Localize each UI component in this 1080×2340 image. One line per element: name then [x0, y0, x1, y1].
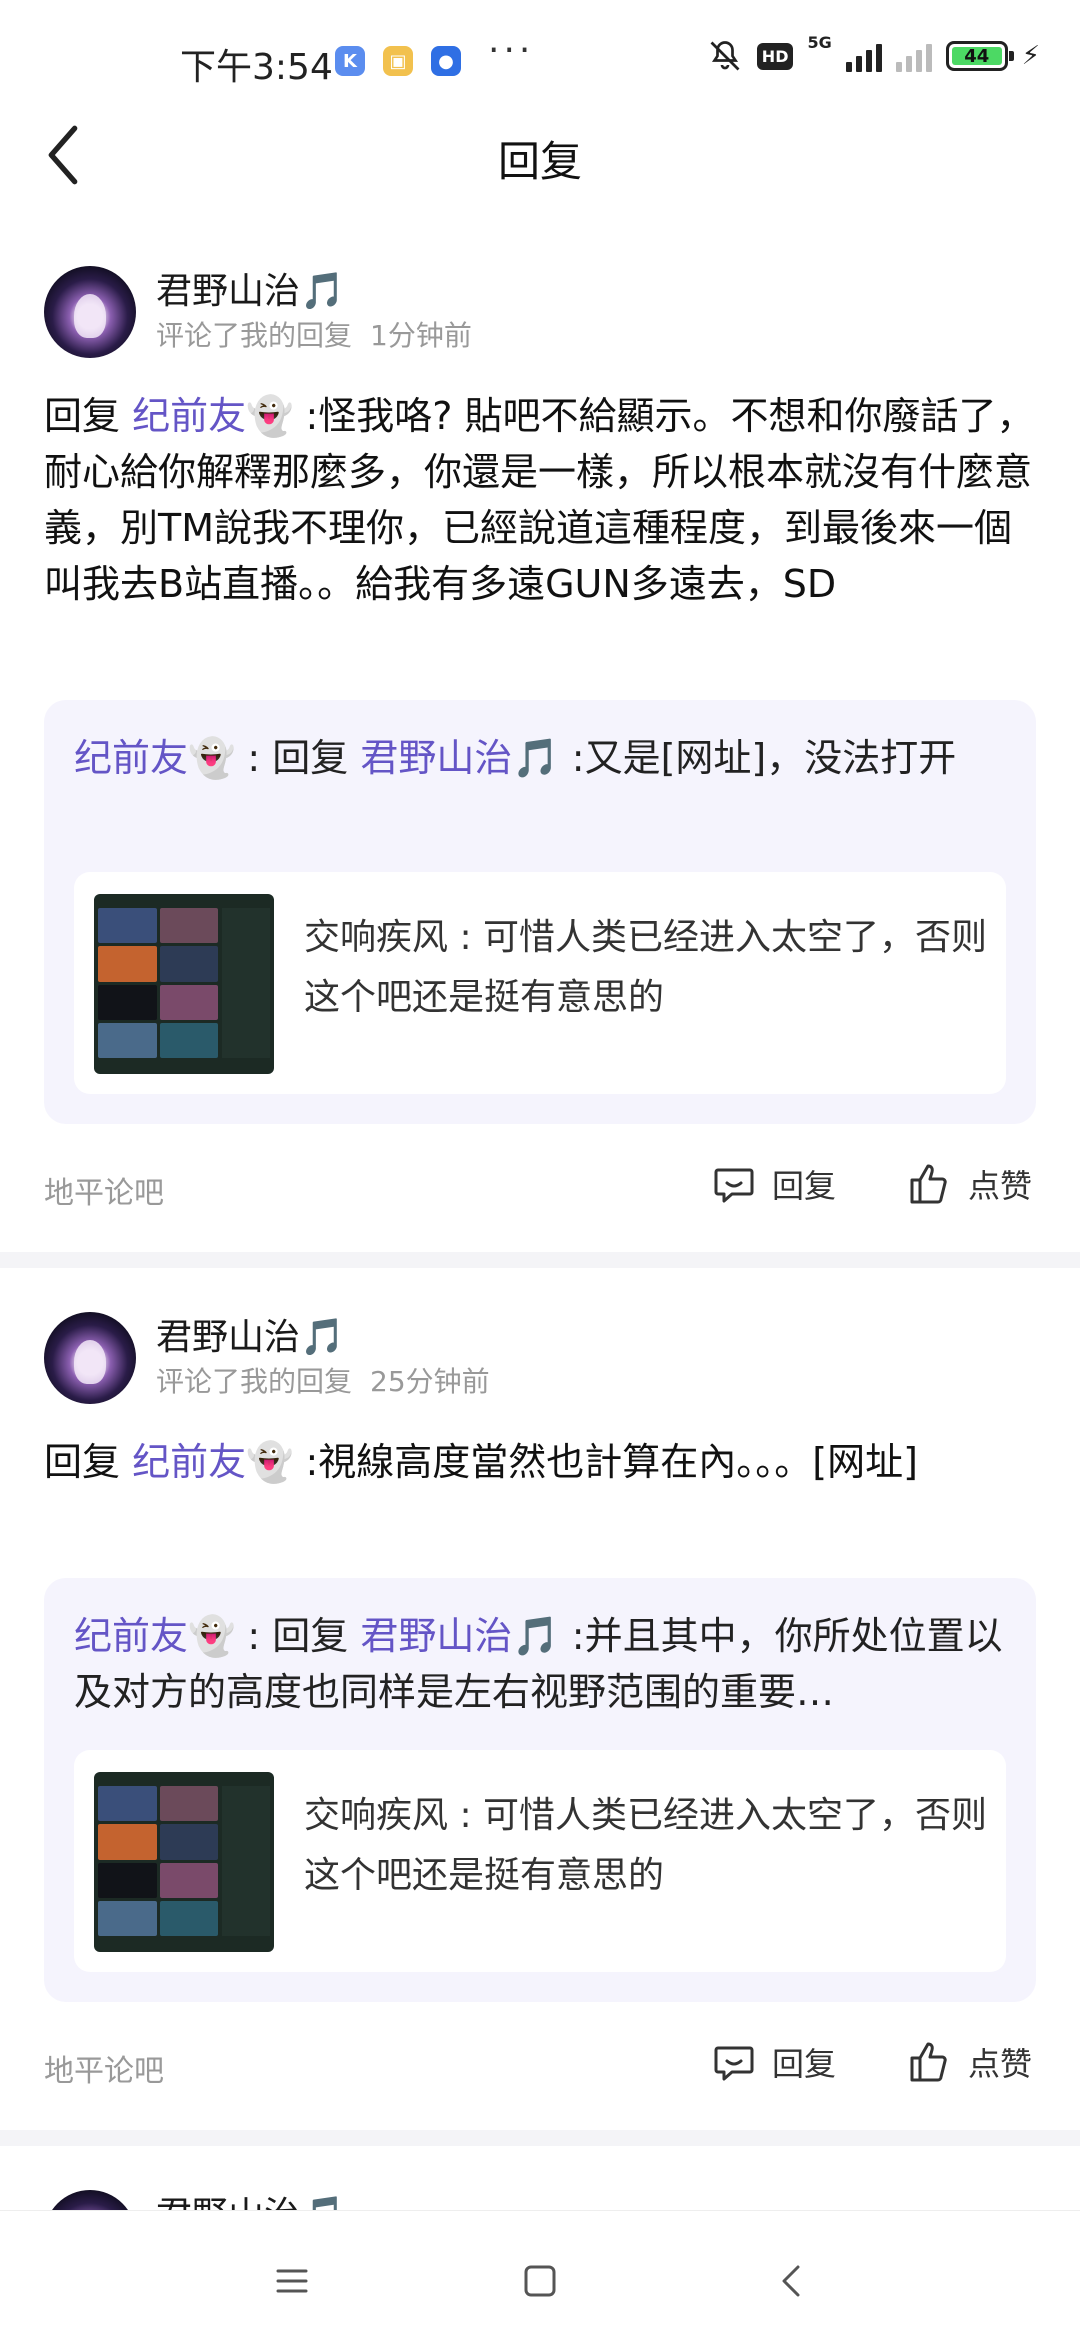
reply-body: :視線高度當然也計算在內。。。[网址] — [293, 1440, 918, 1484]
reply-label: 回复 — [772, 2045, 837, 2083]
quote-mid: : 回复 — [235, 1614, 361, 1658]
system-nav-bar — [0, 2210, 1080, 2340]
comment-icon — [714, 1168, 754, 1203]
like-label: 点赞 — [968, 1167, 1033, 1205]
quoted-text: 纪前友👻 : 回复 君野山治🎵 :并且其中，你所处位置以及对方的高度也同样是左右… — [74, 1608, 1006, 1720]
status-bar: 下午3:54 K ▣ ● ··· HD 5G 44 ⚡ — [0, 0, 1080, 120]
mention-link[interactable]: 纪前友👻 — [132, 1440, 293, 1484]
reply-button[interactable]: 回复 — [710, 2038, 836, 2086]
avatar[interactable] — [44, 266, 136, 358]
square-app-icon: ▣ — [383, 46, 413, 76]
card-text: 交响疾风 : 可惜人类已经进入太空了，否则这个吧还是挺有意思的 — [304, 917, 988, 1018]
reply-prefix: 回复 — [44, 1440, 133, 1484]
thumbs-up-icon — [910, 2042, 947, 2082]
system-back-button[interactable] — [762, 2251, 822, 2311]
like-button[interactable]: 点赞 — [906, 2038, 1032, 2086]
reply-button[interactable]: 回复 — [710, 1160, 836, 1208]
quote-author-link[interactable]: 纪前友👻 — [74, 736, 235, 780]
battery-level: 44 — [951, 46, 1002, 67]
signal-strength-icon — [845, 40, 882, 72]
hd-badge: HD — [756, 42, 794, 70]
back-triangle-icon — [782, 2265, 800, 2297]
avatar[interactable] — [44, 1312, 136, 1404]
menu-icon — [276, 2269, 308, 2293]
item-divider — [0, 1252, 1080, 1268]
home-square-icon — [524, 2265, 556, 2297]
action-text: 评论了我的回复 — [156, 319, 353, 352]
username[interactable]: 君野山治🎵 — [156, 2186, 345, 2210]
like-button[interactable]: 点赞 — [906, 1160, 1032, 1208]
quote-mid: : 回复 — [235, 736, 361, 780]
original-post-card[interactable]: 交响疾风 : 可惜人类已经进入太空了，否则这个吧还是挺有意思的 — [74, 872, 1006, 1094]
original-post-card[interactable]: 交响疾风 : 可惜人类已经进入太空了，否则这个吧还是挺有意思的 — [74, 1750, 1006, 1972]
more-notifications-icon: ··· — [488, 30, 535, 71]
reply-text[interactable]: 回复 纪前友👻 :視線高度當然也計算在內。。。[网址] — [44, 1434, 1044, 1490]
page-title: 回复 — [497, 137, 582, 186]
reply-label: 回复 — [772, 1167, 837, 1205]
forum-name[interactable]: 地平论吧 — [44, 1168, 164, 1212]
post-thumbnail — [94, 1772, 274, 1952]
status-time: 下午3:54 — [180, 47, 333, 88]
network-type: 5G — [807, 32, 832, 52]
header: 回复 — [0, 120, 1080, 240]
post-thumbnail — [94, 894, 274, 1074]
quoted-reply-box[interactable]: 纪前友👻 : 回复 君野山治🎵 :又是[网址]，没法打开 交响疾风 : 可惜人类… — [44, 700, 1036, 1124]
mute-bell-icon — [710, 41, 740, 71]
mention-link[interactable]: 纪前友👻 — [132, 394, 293, 438]
reply-prefix: 回复 — [44, 394, 133, 438]
status-right: HD 5G 44 ⚡ — [707, 33, 1040, 74]
reply-notification-item-partial[interactable]: 君野山治🎵 — [0, 2146, 1080, 2210]
k-app-icon: K — [335, 46, 365, 76]
status-app-icons: K ▣ ● — [335, 46, 461, 76]
quote-body: :又是[网址]，没法打开 — [559, 736, 957, 780]
card-text: 交响疾风 : 可惜人类已经进入太空了，否则这个吧还是挺有意思的 — [304, 1795, 988, 1896]
avatar[interactable] — [44, 2190, 136, 2210]
action-text: 评论了我的回复 — [156, 1365, 353, 1398]
battery-icon: 44 — [945, 41, 1014, 71]
charging-icon: ⚡ — [1021, 41, 1040, 71]
quoted-reply-box[interactable]: 纪前友👻 : 回复 君野山治🎵 :并且其中，你所处位置以及对方的高度也同样是左右… — [44, 1578, 1036, 2002]
quote-mention-link[interactable]: 君野山治🎵 — [360, 736, 559, 780]
menu-button[interactable] — [262, 2251, 322, 2311]
timestamp: 25分钟前 — [370, 1365, 490, 1398]
quote-mention-link[interactable]: 君野山治🎵 — [360, 1614, 559, 1658]
like-label: 点赞 — [968, 2045, 1033, 2083]
circle-app-icon: ● — [431, 46, 461, 76]
forum-name[interactable]: 地平论吧 — [44, 2046, 164, 2090]
quoted-text: 纪前友👻 : 回复 君野山治🎵 :又是[网址]，没法打开 — [74, 730, 1006, 786]
quote-author-link[interactable]: 纪前友👻 — [74, 1614, 235, 1658]
timestamp: 1分钟前 — [370, 319, 472, 352]
home-button[interactable] — [510, 2251, 570, 2311]
meta-line: 评论了我的回复 25分钟前 — [156, 1360, 490, 1400]
username[interactable]: 君野山治🎵 — [156, 262, 345, 314]
signal-weak-icon — [895, 40, 932, 72]
comment-icon — [714, 2046, 754, 2081]
meta-line: 评论了我的回复 1分钟前 — [156, 314, 472, 354]
reply-text[interactable]: 回复 纪前友👻 :怪我咯? 貼吧不給顯示。不想和你廢話了，耐心給你解釋那麼多，你… — [44, 388, 1044, 612]
username[interactable]: 君野山治🎵 — [156, 1308, 345, 1360]
thumbs-up-icon — [910, 1164, 947, 1204]
item-divider — [0, 2130, 1080, 2146]
